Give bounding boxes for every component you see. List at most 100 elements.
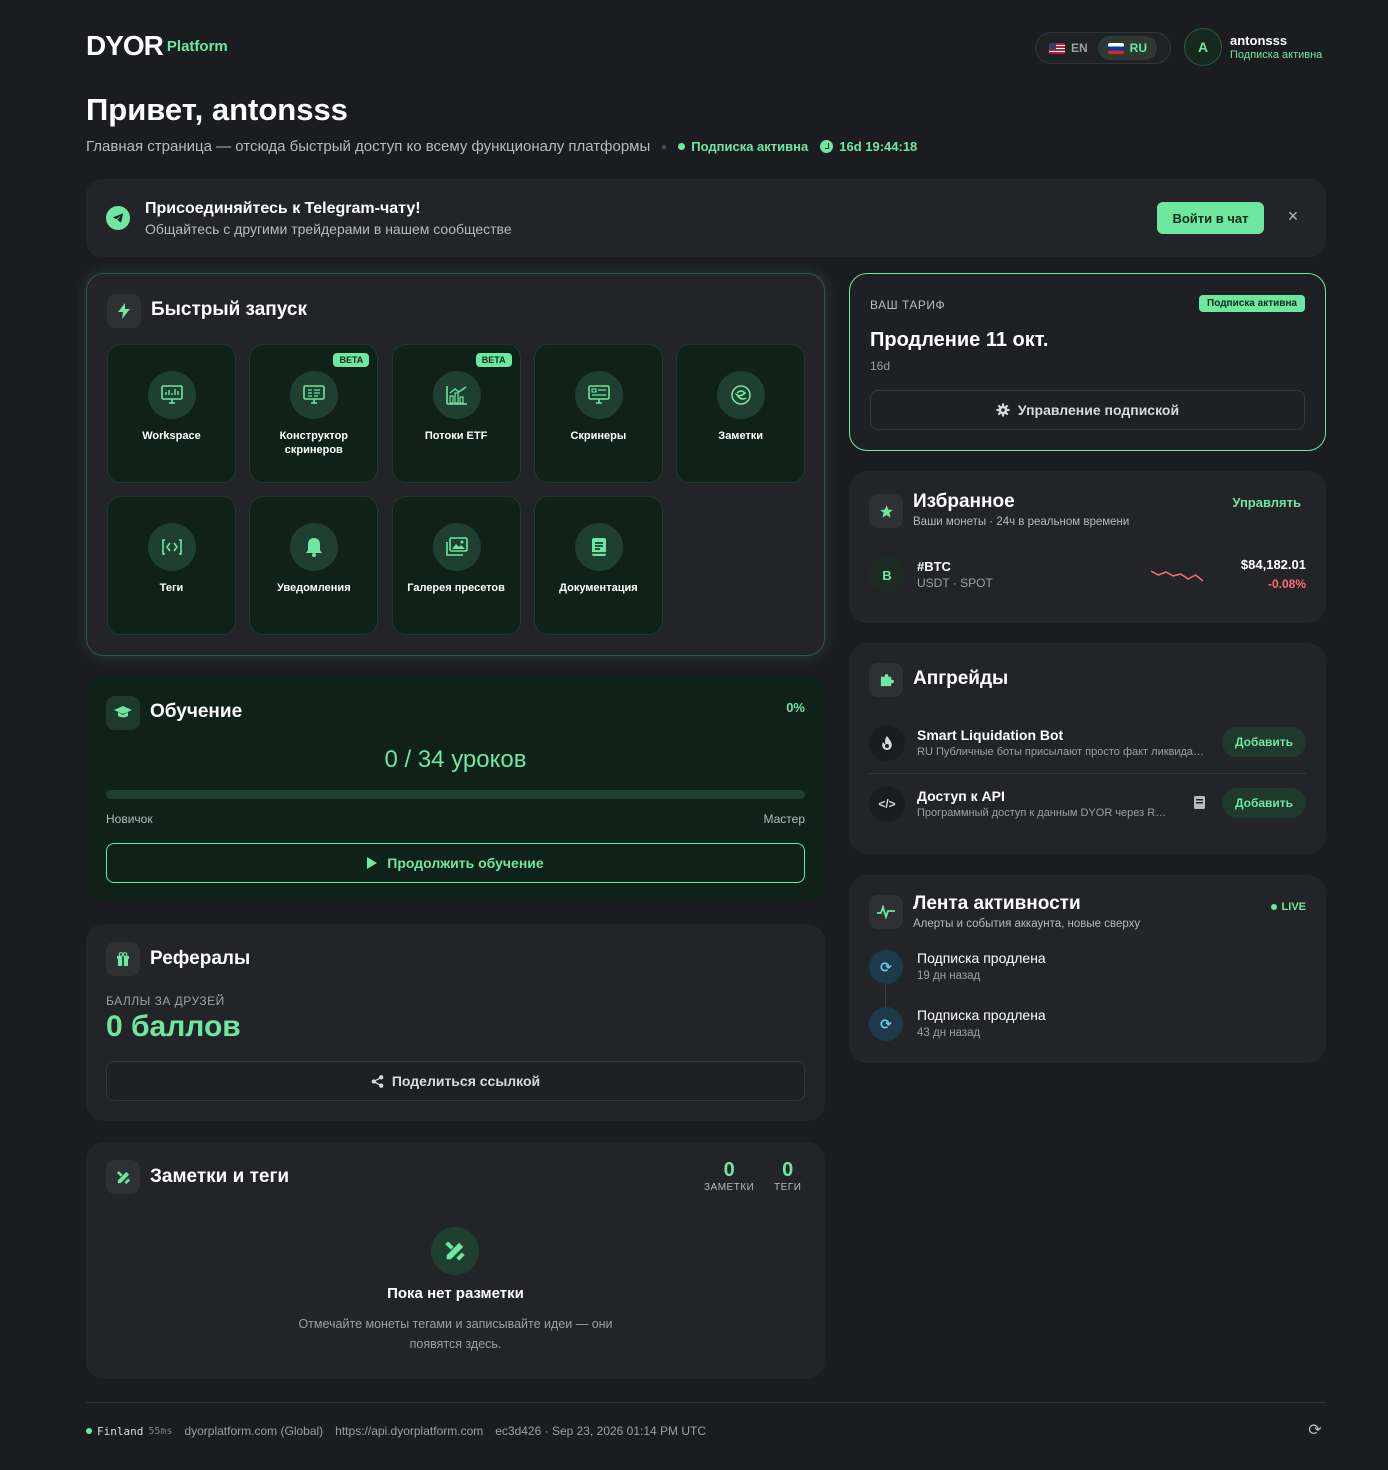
telegram-banner: Присоединяйтесь к Telegram-чату! Общайте… <box>86 179 1326 257</box>
quick-launch-tile[interactable]: Workspace <box>107 344 236 483</box>
coin-change: -0.08% <box>1267 577 1306 591</box>
star-icon <box>869 494 903 528</box>
server-region: Finland 55ms <box>86 1425 172 1438</box>
page-subtitle: Главная страница — отсюда быстрый доступ… <box>86 138 651 155</box>
plan-remaining: 16d <box>870 359 891 373</box>
separator-dot <box>662 144 667 149</box>
level-start-label: Новичок <box>106 812 153 826</box>
tags-count: 0 <box>782 1159 794 1181</box>
activity-pulse-icon <box>869 895 903 929</box>
status-dot-icon <box>678 143 686 150</box>
quick-launch-tile-label: Уведомления <box>276 582 351 594</box>
lightning-icon <box>107 294 141 328</box>
flame-icon <box>869 725 905 761</box>
sparkline-path <box>1151 570 1203 582</box>
live-label: LIVE <box>1281 901 1306 913</box>
plan-title: Продление 11 окт. <box>870 329 1049 351</box>
live-indicator: LIVE <box>1270 901 1306 913</box>
empty-state-subtitle: Отмечайте монеты тегами и записывайте ид… <box>298 1317 613 1351</box>
status-badge: Подписка активна <box>1199 295 1305 312</box>
favorites-card: Избранное Ваши монеты · 24ч в реальном в… <box>849 471 1326 623</box>
footer-divider <box>86 1402 1326 1403</box>
quick-launch-tile-label: Скринеры <box>570 430 627 442</box>
coin-price: $84,182.01 <box>1240 557 1306 572</box>
close-icon[interactable]: × <box>1284 207 1302 225</box>
live-dot-icon <box>1270 904 1277 910</box>
continue-learning-label: Продолжить обучение <box>387 855 544 871</box>
tag-code-icon <box>148 523 196 571</box>
add-upgrade-button[interactable]: Добавить <box>1222 727 1306 757</box>
quick-launch-tile[interactable]: Потоки ETF BETA <box>391 344 521 483</box>
refresh-icon: ⟳ <box>869 1007 903 1041</box>
user-status: Подписка активна <box>1230 49 1323 61</box>
quick-launch-tile[interactable]: Скринеры <box>533 344 663 483</box>
language-switcher: EN RU <box>1035 32 1171 64</box>
beta-badge: BETA <box>475 353 512 367</box>
activity-time: 19 дн назад <box>917 970 981 982</box>
api-url-label: https://api.dyorplatform.com <box>335 1424 484 1438</box>
user-menu[interactable]: A antonsss Подписка активна <box>1184 28 1322 66</box>
logo-mark: DYOR <box>86 30 164 61</box>
latency-label: 55ms <box>148 1425 173 1437</box>
footer: Finland 55ms dyorplatform.com (Global) h… <box>86 1424 706 1438</box>
quick-launch-tile[interactable]: Заметки <box>676 344 806 483</box>
share-icon <box>371 1074 384 1088</box>
bell-icon <box>290 523 339 571</box>
user-info: antonsss Подписка активна <box>1230 33 1322 61</box>
lang-en-button[interactable]: EN <box>1039 36 1098 60</box>
bar-chart-icon <box>432 371 481 419</box>
timeline-line <box>885 985 886 1007</box>
quick-launch-tile[interactable]: Документация <box>533 496 663 635</box>
favorites-subtitle: Ваши монеты · 24ч в реальном времени <box>913 516 1130 528</box>
coin-market: USDT · SPOT <box>917 576 993 590</box>
quick-launch-tile-label: Галерея пресетов <box>407 582 505 594</box>
upgrade-description: Программный доступ к данным DYOR через R… <box>917 807 1171 819</box>
lang-en-label: EN <box>1071 41 1088 55</box>
divider <box>869 773 1306 774</box>
notes-tags-card: Заметки и теги 0 ЗАМЕТКИ 0 ТЕГИ Пока нет… <box>86 1142 825 1379</box>
upgrades-title: Апгрейды <box>913 668 1009 689</box>
join-chat-button[interactable]: Войти в чат <box>1157 202 1264 234</box>
document-icon <box>574 523 623 571</box>
upgrades-card: Апгрейды Smart Liquidation Bot RU Публич… <box>849 643 1326 854</box>
share-link-button[interactable]: Поделиться ссылкой <box>106 1061 805 1101</box>
manage-subscription-label: Управление подпиской <box>1017 402 1180 418</box>
subscription-timer: 16d 19:44:18 <box>820 139 917 154</box>
learning-percent: 0% <box>786 700 805 715</box>
quick-launch-tile[interactable]: Конструктор скринеров BETA <box>249 344 379 483</box>
clock-icon <box>820 140 834 153</box>
book-icon[interactable] <box>1194 796 1205 809</box>
quick-launch-tile-label: Потоки ETF <box>424 430 488 442</box>
notes-stat: 0 ЗАМЕТКИ <box>704 1158 754 1193</box>
refresh-icon[interactable]: ⟳ <box>1306 1422 1324 1440</box>
quick-launch-tile[interactable]: Галерея пресетов <box>391 496 521 635</box>
tags-count-label: ТЕГИ <box>774 1182 802 1193</box>
logo[interactable]: DYOR Platform <box>86 30 228 62</box>
activity-time: 43 дн назад <box>917 1027 981 1039</box>
lang-ru-button[interactable]: RU <box>1097 36 1158 60</box>
continue-learning-button[interactable]: Продолжить обучение <box>106 843 805 883</box>
plan-label: ВАШ ТАРИФ <box>870 298 946 312</box>
quick-launch-tile-label: Теги <box>159 582 184 594</box>
activity-item: ⟳ Подписка продлена 43 дн назад <box>869 1005 1306 1045</box>
activity-feed-subtitle: Алерты и события аккаунта, новые сверху <box>913 918 1141 930</box>
manage-subscription-button[interactable]: Управление подпиской <box>870 390 1305 430</box>
logo-text: Platform <box>166 37 228 55</box>
tags-stat: 0 ТЕГИ <box>774 1158 801 1193</box>
activity-feed-title: Лента активности <box>913 893 1081 914</box>
us-flag-icon <box>1049 42 1065 54</box>
manage-favorites-link[interactable]: Управлять <box>1232 495 1301 510</box>
notes-tags-title: Заметки и теги <box>150 1166 290 1187</box>
quick-launch-tile-label: Документация <box>559 582 638 594</box>
quick-launch-title: Быстрый запуск <box>151 299 307 320</box>
quick-launch-tile[interactable]: Уведомления <box>249 496 379 635</box>
quick-launch-tile[interactable]: Теги <box>107 496 236 635</box>
coin-name[interactable]: #BTC <box>917 559 951 574</box>
pencil-ruler-icon <box>431 1227 479 1275</box>
coin-sparkline <box>1151 570 1203 582</box>
screener-builder-icon <box>290 371 339 419</box>
avatar[interactable]: A <box>1184 28 1222 66</box>
lang-ru-label: RU <box>1129 41 1148 55</box>
telegram-subtitle: Общайтесь с другими трейдерами в нашем с… <box>145 221 512 237</box>
add-upgrade-button[interactable]: Добавить <box>1222 788 1306 818</box>
